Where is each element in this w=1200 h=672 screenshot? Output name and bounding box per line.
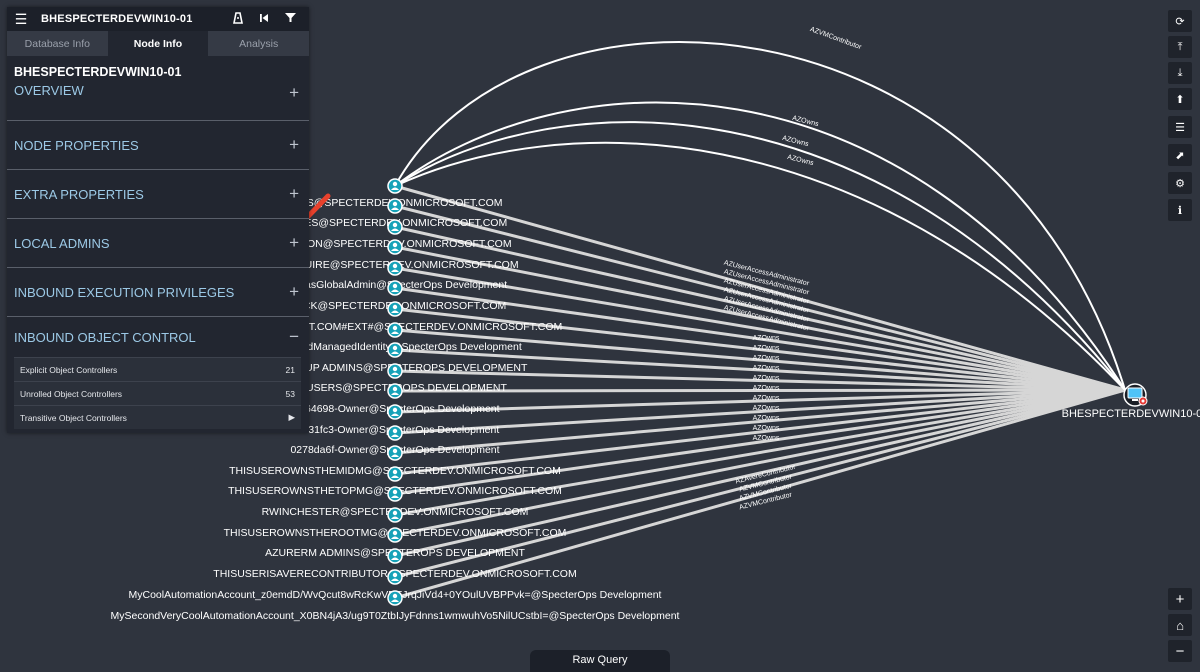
automation-account-node[interactable] — [387, 569, 403, 585]
upload-icon[interactable]: ⬆ — [1168, 88, 1192, 110]
section-label: OVERVIEW — [14, 83, 84, 98]
edge-label: AZOwns — [753, 385, 780, 392]
user-node[interactable] — [387, 342, 403, 358]
user-node[interactable] — [387, 280, 403, 296]
node-name-heading: BHESPECTERDEVWIN10-01 — [14, 65, 182, 79]
expand-plus-icon: + — [289, 83, 299, 102]
export-icon[interactable]: ⤒ — [1168, 36, 1192, 58]
user-node[interactable] — [387, 425, 403, 441]
expand-plus-icon: + — [289, 135, 299, 154]
edge-label: AZOwns — [753, 365, 780, 372]
edge-label: AZOwns — [753, 335, 780, 342]
user-node[interactable] — [387, 239, 403, 255]
section-local-admins[interactable]: LOCAL ADMINS + — [7, 219, 309, 268]
user-node[interactable] — [387, 383, 403, 399]
section-label: EXTRA PROPERTIES — [14, 186, 144, 202]
explicit-object-controllers-item[interactable]: Explicit Object Controllers 21 — [14, 357, 301, 381]
target-computer-node[interactable] — [1123, 383, 1148, 407]
list-icon[interactable]: ☰ — [1168, 116, 1192, 138]
user-node[interactable] — [387, 445, 403, 461]
tab-database-info[interactable]: Database Info — [7, 31, 108, 56]
edge-label: AZOwns — [753, 355, 780, 362]
expand-plus-icon: + — [289, 282, 299, 301]
panel-header: ☰ BHESPECTERDEVWIN10-01 — [7, 7, 309, 31]
edge-label: AZOwns — [753, 405, 780, 412]
user-node[interactable] — [387, 527, 403, 543]
user-node[interactable] — [387, 486, 403, 502]
expand-plus-icon: + — [289, 184, 299, 203]
user-node[interactable] — [387, 198, 403, 214]
panel-tabs: Database Info Node Info Analysis — [7, 31, 309, 56]
section-label: LOCAL ADMINS — [14, 235, 110, 251]
play-icon: ▶ — [288, 412, 295, 422]
user-node[interactable] — [387, 260, 403, 276]
section-node-properties[interactable]: NODE PROPERTIES + — [7, 121, 309, 170]
edge-label: AZOwns — [753, 375, 780, 382]
zoom-in-button[interactable]: + — [1168, 588, 1192, 610]
sub-item-count: 53 — [285, 388, 295, 399]
info-icon[interactable]: ℹ — [1168, 199, 1192, 221]
section-extra-properties[interactable]: EXTRA PROPERTIES + — [7, 170, 309, 219]
user-node[interactable] — [387, 178, 403, 194]
node-info-panel: ☰ BHESPECTERDEVWIN10-01 Database Info No… — [7, 7, 309, 433]
edge-label: AZOwns — [753, 415, 780, 422]
target-node-label: BHESPECTERDEVWIN10-01 — [1062, 408, 1200, 420]
sub-item-label: Unrolled Object Controllers — [20, 388, 123, 399]
user-node[interactable] — [387, 404, 403, 420]
user-node[interactable] — [387, 301, 403, 317]
section-label: INBOUND EXECUTION PRIVILEGES — [14, 284, 235, 300]
edge-label: AZOwns — [786, 154, 814, 167]
unrolled-object-controllers-item[interactable]: Unrolled Object Controllers 53 — [14, 381, 301, 405]
raw-query-button[interactable]: Raw Query — [530, 650, 670, 672]
refresh-icon[interactable]: ⟳ — [1168, 10, 1192, 32]
section-label: NODE PROPERTIES — [14, 137, 139, 153]
settings-icon[interactable]: ⚙ — [1168, 172, 1192, 194]
automation-account-node[interactable] — [387, 590, 403, 606]
sub-item-label: Transitive Object Controllers — [20, 412, 127, 423]
edge-label: AZOwns — [753, 425, 780, 432]
tab-node-info[interactable]: Node Info — [107, 31, 209, 56]
sub-item-label: Explicit Object Controllers — [20, 364, 118, 375]
edge-label: AZOwns — [753, 345, 780, 352]
edge-label: AZVMContributor — [809, 26, 863, 51]
back-icon[interactable] — [251, 12, 277, 26]
home-icon[interactable]: ⌂ — [1168, 614, 1192, 636]
section-label: INBOUND OBJECT CONTROL — [14, 329, 196, 345]
expand-plus-icon: + — [289, 233, 299, 252]
user-node[interactable] — [387, 507, 403, 523]
hamburger-menu-icon[interactable]: ☰ — [13, 11, 29, 28]
user-node[interactable] — [387, 363, 403, 379]
node-label: MySecondVeryCoolAutomationAccount_X0BN4j… — [111, 610, 680, 622]
zoom-out-button[interactable]: − — [1168, 640, 1192, 662]
section-inbound-execution-privileges[interactable]: INBOUND EXECUTION PRIVILEGES + — [7, 268, 309, 317]
section-inbound-object-control[interactable]: INBOUND OBJECT CONTROL − — [7, 317, 309, 357]
user-node[interactable] — [387, 322, 403, 338]
section-overview[interactable]: OVERVIEW + — [7, 81, 309, 121]
chart-icon[interactable]: ⬈ — [1168, 144, 1192, 166]
panel-title: BHESPECTERDEVWIN10-01 — [41, 13, 193, 25]
edge-label: AZOwns — [753, 395, 780, 402]
sub-item-count: 21 — [285, 364, 295, 375]
edge-label: AZOwns — [753, 435, 780, 442]
collapse-minus-icon: − — [289, 327, 299, 346]
user-node[interactable] — [387, 548, 403, 564]
inbound-object-control-list: Explicit Object Controllers 21 Unrolled … — [7, 357, 309, 433]
user-node[interactable] — [387, 219, 403, 235]
pathfinding-icon[interactable] — [225, 11, 251, 27]
import-icon[interactable]: ⤓ — [1168, 62, 1192, 84]
user-node[interactable] — [387, 466, 403, 482]
filter-icon[interactable] — [277, 12, 303, 26]
tab-analysis[interactable]: Analysis — [208, 31, 309, 56]
transitive-object-controllers-item[interactable]: Transitive Object Controllers ▶ — [14, 405, 301, 429]
